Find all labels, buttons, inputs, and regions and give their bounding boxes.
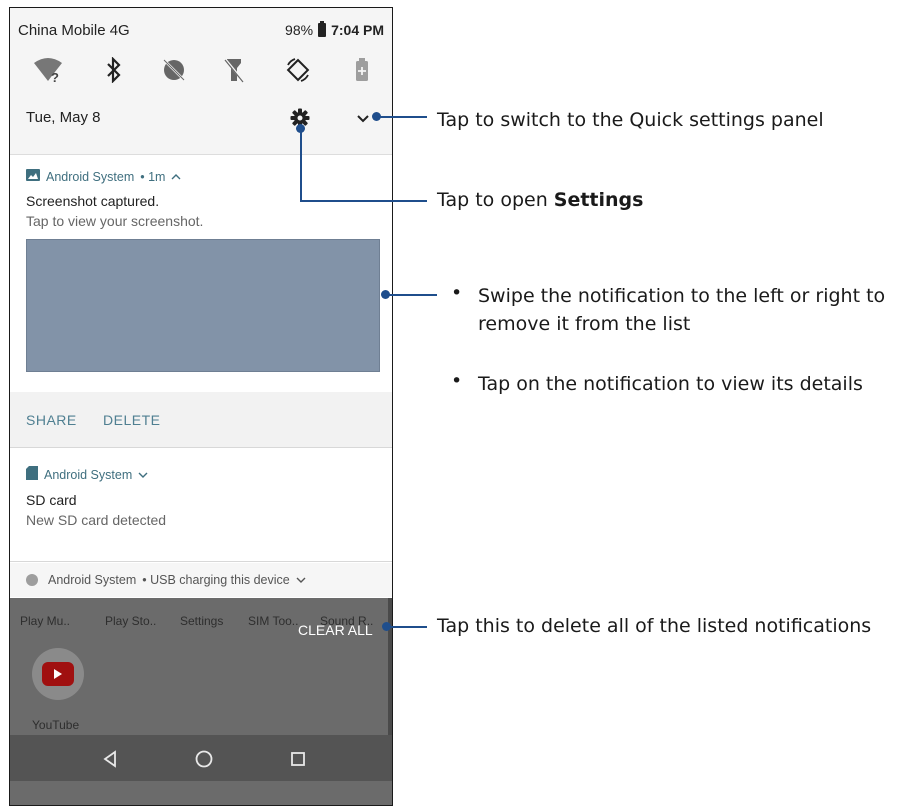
chevron-down-icon[interactable] [138, 468, 148, 482]
youtube-logo [42, 662, 74, 686]
flashlight-off-icon[interactable] [216, 52, 252, 88]
callout-quick-settings: Tap to switch to the Quick settings pane… [437, 109, 824, 131]
notification-header: Android System • 1m [26, 169, 181, 184]
callout-line [300, 200, 427, 202]
clear-all-button[interactable]: CLEAR ALL [298, 622, 373, 638]
home-icon[interactable] [192, 747, 216, 771]
callout-line [300, 128, 302, 202]
notification-title: Screenshot captured. [26, 193, 160, 209]
chevron-down-icon[interactable] [296, 573, 306, 587]
image-icon [26, 169, 40, 184]
scroll-indicator [388, 598, 392, 738]
notification-app-name: Android System [46, 169, 135, 184]
callout-settings-prefix: Tap to open [437, 189, 554, 211]
app-label: Play Mu.. [20, 614, 71, 628]
battery-percentage: 98% [285, 22, 314, 38]
back-icon[interactable] [98, 747, 122, 771]
notification-app-name: Android System [48, 573, 137, 587]
callout-swipe-line1: Swipe the notification to the left or ri… [478, 285, 886, 307]
expand-chevron-icon[interactable] [352, 107, 374, 129]
notification-shade-header: China Mobile 4G 98% 7:04 PM ? Tue, May 8 [10, 8, 392, 154]
callout-line [386, 626, 427, 628]
notification-time: • 1m [140, 169, 166, 184]
bullet-dot: • [451, 282, 463, 304]
battery-saver-icon[interactable] [344, 52, 380, 88]
notification-app-name: Android System [44, 467, 133, 482]
notification-text: New SD card detected [26, 512, 167, 528]
status-bar: China Mobile 4G 98% 7:04 PM [10, 20, 392, 42]
recents-icon[interactable] [286, 747, 310, 771]
callout-clear-all: Tap this to delete all of the listed not… [437, 615, 872, 637]
callout-line [385, 294, 437, 296]
phone-screen: China Mobile 4G 98% 7:04 PM ? Tue, May 8… [9, 7, 393, 806]
screenshot-preview[interactable] [26, 239, 380, 372]
clock: 7:04 PM [331, 22, 384, 38]
quick-toggle-row: ? [10, 52, 392, 88]
notification-actions: SHARE DELETE [10, 392, 392, 448]
sd-card-notification[interactable]: Android System SD card New SD card detec… [10, 448, 392, 562]
callout-settings: Tap to open Settings [437, 186, 643, 214]
youtube-icon[interactable] [32, 648, 84, 700]
sd-card-icon [26, 466, 38, 483]
notification-text: • USB charging this device [142, 573, 290, 587]
youtube-label: YouTube [32, 718, 80, 732]
auto-rotate-icon[interactable] [280, 52, 316, 88]
bluetooth-icon[interactable] [96, 52, 132, 88]
callout-swipe-line2: remove it from the list [478, 313, 691, 335]
app-label: Settings [180, 614, 224, 628]
usb-charging-notification[interactable]: Android System • USB charging this devic… [10, 563, 392, 597]
callout-tap-details: Tap on the notification to view its deta… [478, 373, 863, 395]
status-right: 98% 7:04 PM [285, 21, 384, 38]
notification-title: SD card [26, 492, 77, 508]
notification-header: Android System [26, 466, 148, 483]
callout-settings-bold: Settings [553, 189, 644, 211]
date-row: Tue, May 8 [10, 104, 392, 138]
wifi-unknown-icon[interactable]: ? [30, 52, 66, 88]
chevron-up-icon[interactable] [171, 170, 181, 184]
date-label: Tue, May 8 [26, 109, 101, 126]
delete-button[interactable]: DELETE [103, 412, 160, 428]
callout-line [377, 116, 427, 118]
notification-text: Tap to view your screenshot. [26, 213, 204, 229]
svg-text:?: ? [51, 70, 59, 83]
screenshot-notification[interactable]: Android System • 1m Screenshot captured.… [10, 154, 392, 392]
share-button[interactable]: SHARE [26, 412, 77, 428]
carrier-label: China Mobile 4G [18, 22, 130, 39]
callout-swipe: Swipe the notification to the left or ri… [478, 282, 908, 338]
usb-icon [26, 574, 38, 586]
battery-icon [318, 21, 327, 37]
app-label: SIM Too.. [248, 614, 299, 628]
bullet-dot: • [451, 370, 463, 392]
navigation-bar [10, 735, 392, 781]
app-label: Play Sto.. [105, 614, 157, 628]
do-not-disturb-icon[interactable] [156, 52, 192, 88]
notification-header: Android System • USB charging this devic… [26, 573, 306, 587]
